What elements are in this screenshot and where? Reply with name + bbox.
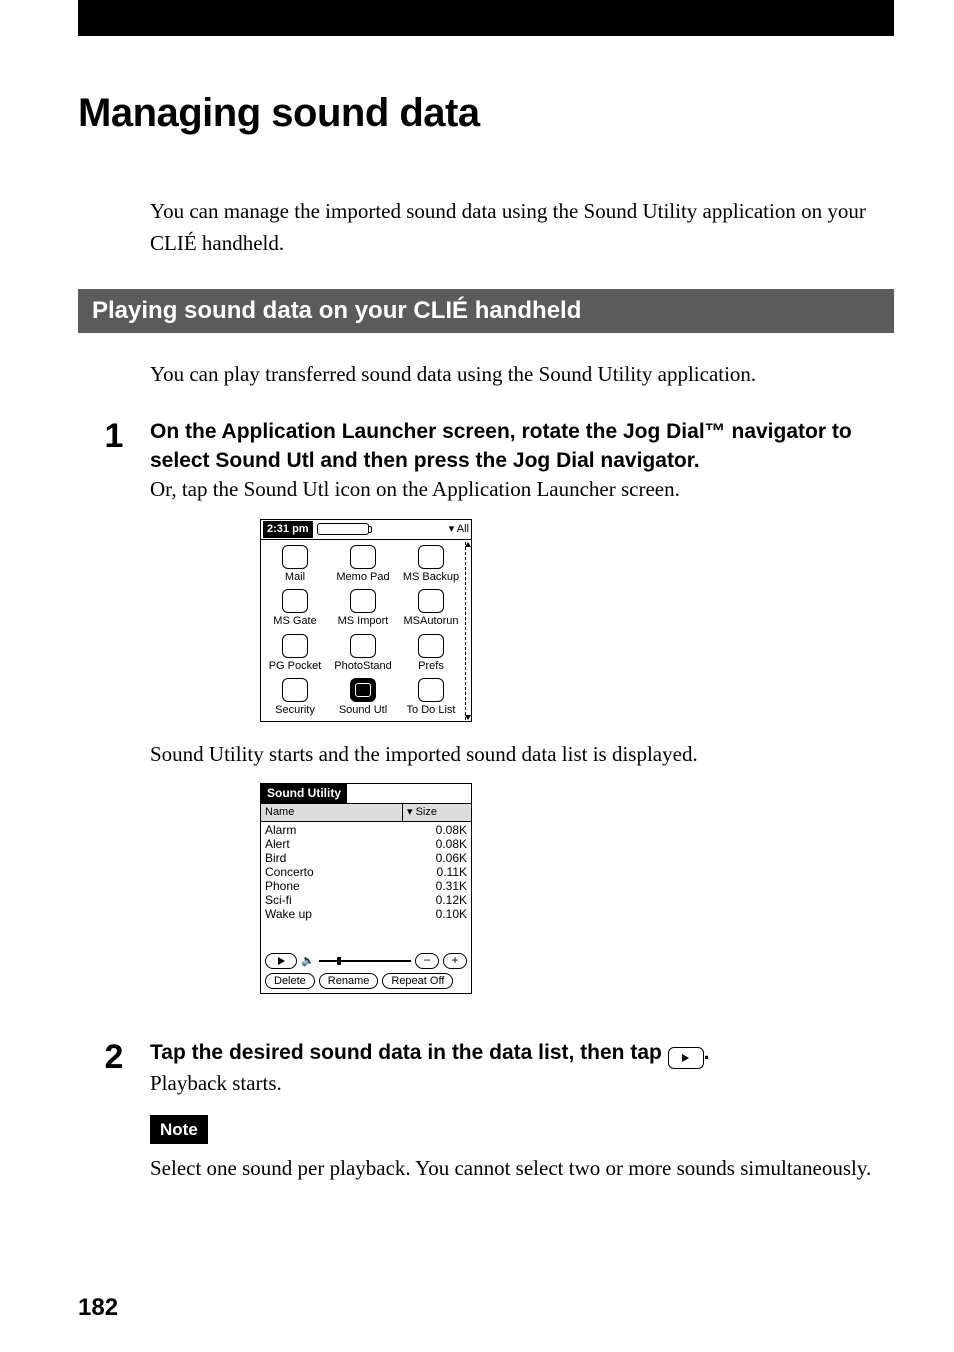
app-icon bbox=[282, 589, 308, 613]
page-number: 182 bbox=[78, 1294, 894, 1322]
step-1-alternative: Or, tap the Sound Utl icon on the Applic… bbox=[150, 475, 894, 504]
app-label: MS Gate bbox=[261, 614, 329, 629]
sound-name: Bird bbox=[265, 851, 286, 865]
app-label: PG Pocket bbox=[261, 659, 329, 674]
sound-list[interactable]: Alarm 0.08K Alert 0.08K Bird 0.06K Concerto 0.1… bbox=[261, 822, 471, 951]
step-2: 2 Tap the desired sound data in the data… bbox=[78, 1038, 894, 1184]
volume-minus-button[interactable]: − bbox=[415, 953, 439, 969]
app-icon bbox=[350, 545, 376, 569]
table-row[interactable]: Wake up 0.10K bbox=[265, 907, 467, 921]
sound-name: Alert bbox=[265, 837, 290, 851]
launcher-app-ms-import[interactable]: MS Import bbox=[329, 586, 397, 630]
sound-size: 0.12K bbox=[436, 893, 467, 907]
launcher-app-photostand[interactable]: PhotoStand bbox=[329, 631, 397, 675]
app-icon bbox=[350, 589, 376, 613]
note-label: Note bbox=[150, 1115, 208, 1145]
launcher-app-ms-gate[interactable]: MS Gate bbox=[261, 586, 329, 630]
play-button-inline bbox=[668, 1047, 704, 1069]
launcher-app-memo-pad[interactable]: Memo Pad bbox=[329, 542, 397, 586]
sound-name: Phone bbox=[265, 879, 300, 893]
sound-name: Sci-fi bbox=[265, 893, 292, 907]
step-2-instruction: Tap the desired sound data in the data l… bbox=[150, 1038, 894, 1069]
note-text: Select one sound per playback. You canno… bbox=[150, 1154, 894, 1183]
table-row[interactable]: Phone 0.31K bbox=[265, 879, 467, 893]
sound-size: 0.31K bbox=[436, 879, 467, 893]
battery-icon bbox=[317, 523, 369, 535]
table-row[interactable]: Alert 0.08K bbox=[265, 837, 467, 851]
launcher-app-ms-backup[interactable]: MS Backup bbox=[397, 542, 465, 586]
app-icon bbox=[282, 678, 308, 702]
column-header-name[interactable]: Name bbox=[261, 804, 403, 821]
launcher-scrollbar[interactable] bbox=[465, 542, 472, 720]
play-button[interactable] bbox=[265, 953, 297, 969]
delete-button[interactable]: Delete bbox=[265, 973, 315, 989]
launcher-app-prefs[interactable]: Prefs bbox=[397, 631, 465, 675]
intro-paragraph: You can manage the imported sound data u… bbox=[150, 196, 894, 259]
step-2-text-pre: Tap the desired sound data in the data l… bbox=[150, 1041, 668, 1064]
rename-button[interactable]: Rename bbox=[319, 973, 379, 989]
launcher-app-security[interactable]: Security bbox=[261, 675, 329, 719]
table-row[interactable]: Bird 0.06K bbox=[265, 851, 467, 865]
app-icon bbox=[282, 634, 308, 658]
sound-size: 0.10K bbox=[436, 907, 467, 921]
sound-size: 0.08K bbox=[436, 823, 467, 837]
app-icon bbox=[282, 545, 308, 569]
table-row[interactable]: Sci-fi 0.12K bbox=[265, 893, 467, 907]
section-heading: Playing sound data on your CLIÉ handheld bbox=[78, 289, 894, 333]
app-label: Mail bbox=[261, 570, 329, 585]
volume-plus-button[interactable]: + bbox=[443, 953, 467, 969]
launcher-screenshot: 2:31 pm ▾ All MailMemo PadMS Backup MS Ga… bbox=[260, 519, 472, 722]
header-black-bar bbox=[78, 0, 894, 36]
launcher-app-msautorun[interactable]: MSAutorun bbox=[397, 586, 465, 630]
step-1-result: Sound Utility starts and the imported so… bbox=[150, 740, 894, 769]
step-2-result: Playback starts. bbox=[150, 1069, 894, 1098]
sound-name: Concerto bbox=[265, 865, 314, 879]
play-icon bbox=[278, 957, 285, 965]
section-intro: You can play transferred sound data usin… bbox=[150, 359, 894, 391]
volume-slider[interactable] bbox=[319, 960, 411, 962]
speaker-icon: 🔈 bbox=[301, 954, 315, 969]
launcher-app-to-do-list[interactable]: To Do List bbox=[397, 675, 465, 719]
app-label: PhotoStand bbox=[329, 659, 397, 674]
sound-size: 0.08K bbox=[436, 837, 467, 851]
app-label: MS Backup bbox=[397, 570, 465, 585]
app-label: MS Import bbox=[329, 614, 397, 629]
table-row[interactable]: Alarm 0.08K bbox=[265, 823, 467, 837]
app-icon bbox=[418, 678, 444, 702]
column-header-size[interactable]: ▾ Size bbox=[403, 804, 471, 821]
sound-name: Wake up bbox=[265, 907, 312, 921]
app-icon bbox=[350, 678, 376, 702]
app-label: To Do List bbox=[397, 703, 465, 718]
sound-name: Alarm bbox=[265, 823, 296, 837]
table-row[interactable]: Concerto 0.11K bbox=[265, 865, 467, 879]
launcher-time: 2:31 pm bbox=[263, 521, 313, 538]
sound-size: 0.11K bbox=[437, 865, 467, 879]
step-1-instruction: On the Application Launcher screen, rota… bbox=[150, 417, 894, 476]
app-label: Memo Pad bbox=[329, 570, 397, 585]
launcher-app-sound-utl[interactable]: Sound Utl bbox=[329, 675, 397, 719]
page-title: Managing sound data bbox=[78, 91, 894, 136]
step-2-text-post: . bbox=[704, 1041, 710, 1064]
step-1: 1 On the Application Launcher screen, ro… bbox=[78, 417, 894, 1013]
play-icon bbox=[682, 1054, 689, 1062]
app-label: Sound Utl bbox=[329, 703, 397, 718]
step-number: 2 bbox=[78, 1038, 150, 1074]
sound-utility-title: Sound Utility bbox=[261, 784, 347, 803]
app-label: Prefs bbox=[397, 659, 465, 674]
repeat-button[interactable]: Repeat Off bbox=[382, 973, 453, 989]
launcher-category[interactable]: ▾ All bbox=[449, 522, 469, 537]
launcher-app-mail[interactable]: Mail bbox=[261, 542, 329, 586]
app-icon bbox=[418, 545, 444, 569]
app-icon bbox=[418, 634, 444, 658]
app-icon bbox=[350, 634, 376, 658]
app-icon bbox=[418, 589, 444, 613]
sound-size: 0.06K bbox=[436, 851, 467, 865]
app-label: MSAutorun bbox=[397, 614, 465, 629]
sound-utility-screenshot: Sound Utility Name ▾ Size Alarm0.08KAler… bbox=[260, 783, 472, 994]
app-label: Security bbox=[261, 703, 329, 718]
launcher-app-pg-pocket[interactable]: PG Pocket bbox=[261, 631, 329, 675]
step-number: 1 bbox=[78, 417, 150, 453]
